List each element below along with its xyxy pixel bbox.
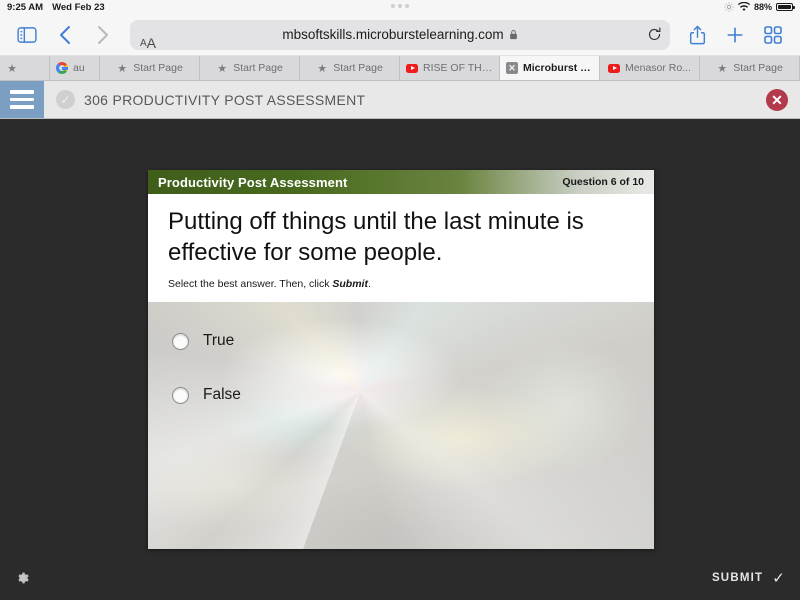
browser-tab-8[interactable]: ★ Start Page xyxy=(700,56,800,80)
answer-area: True False xyxy=(148,302,654,549)
answer-option-label: True xyxy=(203,332,235,350)
gear-icon[interactable] xyxy=(14,570,30,586)
status-center-dots xyxy=(391,4,409,8)
star-icon: ★ xyxy=(7,62,17,75)
answer-option-label: False xyxy=(203,386,241,404)
submit-button[interactable]: SUBMIT ✓ xyxy=(712,569,786,587)
answer-option-true[interactable]: True xyxy=(172,332,654,350)
slide-header: Productivity Post Assessment Question 6 … xyxy=(148,170,654,194)
answer-option-false[interactable]: False xyxy=(172,386,654,404)
star-icon: ★ xyxy=(717,62,728,75)
quiz-slide: Productivity Post Assessment Question 6 … xyxy=(148,170,654,549)
hamburger-icon[interactable] xyxy=(0,81,44,118)
browser-toolbar: AA mbsoftskills.microburstelearning.com xyxy=(0,14,800,56)
slide-body: Putting off things until the last minute… xyxy=(148,194,654,303)
status-time: 9:25 AM xyxy=(7,1,44,13)
browser-tab-label: Start Page xyxy=(233,62,283,74)
player-bottom-bar: SUBMIT ✓ xyxy=(0,556,800,600)
lock-icon xyxy=(509,29,518,40)
text-size-button[interactable]: AA xyxy=(140,20,156,50)
share-icon[interactable] xyxy=(680,18,714,52)
browser-tab-label: au xyxy=(73,62,85,74)
instruction-prefix: Select the best answer. Then, click xyxy=(168,278,333,291)
plus-icon[interactable] xyxy=(718,18,752,52)
page-title: 306 PRODUCTIVITY POST ASSESSMENT xyxy=(84,91,366,108)
battery-icon xyxy=(776,2,795,12)
browser-tab-1[interactable]: au xyxy=(50,56,100,80)
battery-percent: 88% xyxy=(753,2,772,12)
browser-tab-label: RISE OF THE... xyxy=(423,62,493,74)
grid-icon[interactable] xyxy=(756,18,790,52)
browser-tab-label: Start Page xyxy=(733,62,783,74)
browser-tab-label: Start Page xyxy=(133,62,183,74)
chevron-right-icon[interactable] xyxy=(86,18,120,52)
status-date: Wed Feb 23 xyxy=(52,1,105,13)
instruction-text: Select the best answer. Then, click Subm… xyxy=(168,278,634,290)
submit-label: SUBMIT xyxy=(711,572,764,584)
course-header-body: ✓ 306 PRODUCTIVITY POST ASSESSMENT xyxy=(44,81,754,118)
status-bar-right: 88% xyxy=(724,0,795,14)
browser-tab-label: Start Page xyxy=(333,62,383,74)
google-icon xyxy=(56,62,68,74)
brightness-icon xyxy=(724,2,734,12)
reload-icon[interactable] xyxy=(647,20,662,50)
browser-tab-2[interactable]: ★ Start Page xyxy=(100,56,200,80)
instruction-suffix: . xyxy=(367,278,371,291)
youtube-icon xyxy=(608,62,621,74)
close-circle-icon: ✕ xyxy=(766,88,788,111)
sidebar-icon[interactable] xyxy=(10,18,44,52)
youtube-icon xyxy=(406,62,418,74)
browser-tab-3[interactable]: ★ Start Page xyxy=(200,56,300,80)
address-bar[interactable]: AA mbsoftskills.microburstelearning.com xyxy=(130,19,670,50)
browser-tab-label: Menasor Ro... xyxy=(625,62,691,74)
status-bar-left: 9:25 AM Wed Feb 23 xyxy=(7,2,105,13)
browser-tab-label: Microburst L... xyxy=(523,62,593,74)
browser-tab-4[interactable]: ★ Start Page xyxy=(300,56,400,80)
question-counter: Question 6 of 10 xyxy=(562,176,644,188)
browser-tab-0[interactable]: ★ xyxy=(0,56,50,80)
check-circle-icon: ✓ xyxy=(56,90,75,109)
browser-tab-active[interactable]: ✕ Microburst L... xyxy=(500,56,600,80)
assessment-title: Productivity Post Assessment xyxy=(158,174,348,190)
tab-strip: ★ au ★ Start Page ★ Start Page ★ Start P… xyxy=(0,56,800,81)
star-icon: ★ xyxy=(317,62,328,75)
wifi-icon xyxy=(737,2,750,12)
chevron-left-icon[interactable] xyxy=(48,18,82,52)
url-display[interactable]: mbsoftskills.microburstelearning.com xyxy=(130,27,670,42)
close-icon[interactable]: ✕ xyxy=(506,62,518,74)
star-icon: ★ xyxy=(117,62,128,75)
player-stage: Productivity Post Assessment Question 6 … xyxy=(0,120,800,600)
ios-status-bar: 9:25 AM Wed Feb 23 88% xyxy=(0,0,800,14)
browser-tab-5[interactable]: RISE OF THE... xyxy=(400,56,500,80)
instruction-emphasis: Submit xyxy=(332,278,368,291)
check-icon: ✓ xyxy=(772,570,786,587)
radio-button[interactable] xyxy=(172,332,189,350)
url-text: mbsoftskills.microburstelearning.com xyxy=(282,27,504,42)
question-text: Putting off things until the last minute… xyxy=(168,208,584,267)
browser-tab-7[interactable]: Menasor Ro... xyxy=(600,56,700,80)
star-icon: ★ xyxy=(217,62,228,75)
course-header: ✓ 306 PRODUCTIVITY POST ASSESSMENT ✕ xyxy=(0,81,800,119)
close-course-button[interactable]: ✕ xyxy=(754,81,800,118)
radio-button[interactable] xyxy=(172,386,189,404)
